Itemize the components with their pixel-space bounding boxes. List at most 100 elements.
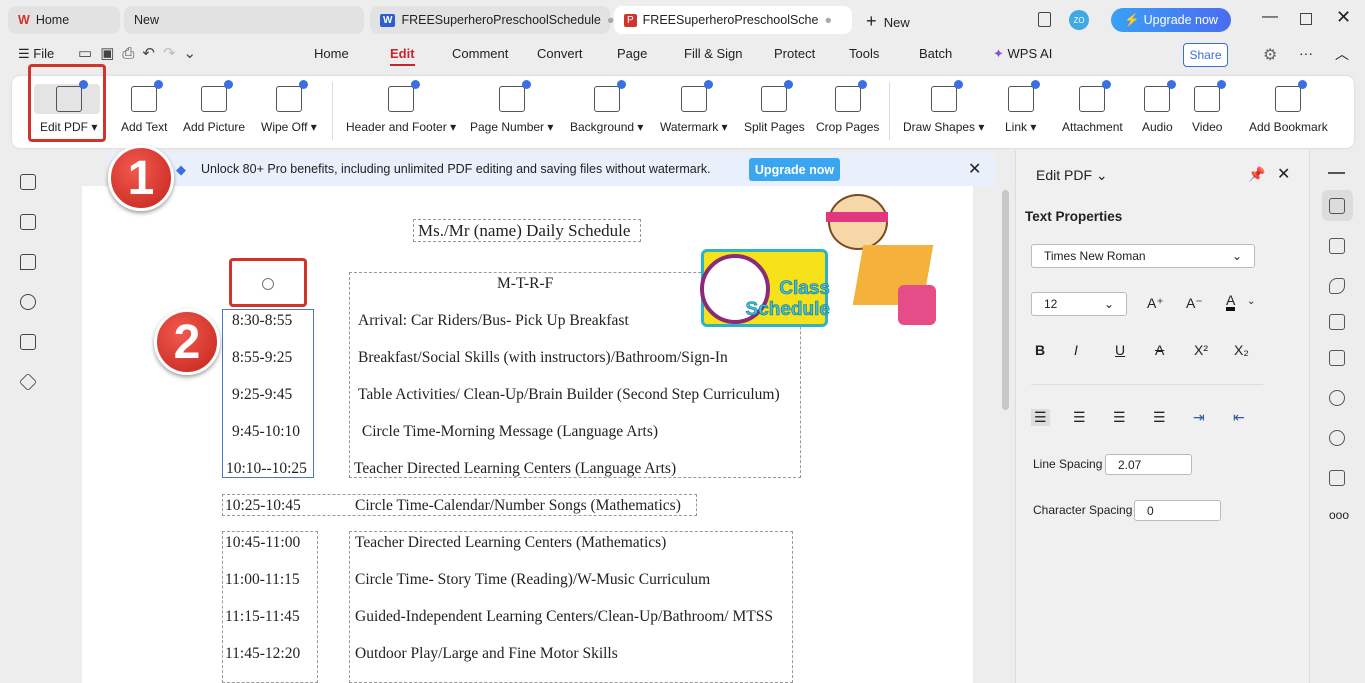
- subscript-button[interactable]: X₂: [1234, 342, 1249, 358]
- add-picture-button[interactable]: Add Picture: [183, 80, 245, 134]
- save-icon[interactable]: ▣: [100, 45, 122, 62]
- line-spacing-input[interactable]: 2.07: [1105, 454, 1192, 475]
- schedule-time[interactable]: 10:45-11:00: [225, 534, 300, 552]
- book-icon[interactable]: [1329, 470, 1345, 486]
- quick-access-toolbar[interactable]: ▭▣⎙↶↷⌄: [78, 44, 204, 62]
- wipe-off-button[interactable]: Wipe Off ▾: [261, 80, 317, 134]
- print-icon[interactable]: ⎙: [122, 45, 142, 62]
- close-banner-icon[interactable]: ✕: [968, 159, 981, 179]
- schedule-time[interactable]: 9:45-10:10: [232, 423, 300, 441]
- align-left-icon[interactable]: ☰: [1031, 409, 1050, 426]
- vertical-scrollbar[interactable]: [1002, 190, 1009, 410]
- redo-icon[interactable]: ↷: [163, 45, 184, 62]
- schedule-time[interactable]: 11:15-11:45: [225, 608, 300, 626]
- italic-button[interactable]: I: [1074, 342, 1078, 358]
- crop-pages-button[interactable]: Crop Pages: [816, 80, 879, 134]
- schedule-time[interactable]: 10:25-10:45: [225, 497, 301, 515]
- share-button[interactable]: Share: [1183, 43, 1228, 67]
- compare-icon[interactable]: [1329, 314, 1345, 330]
- indent-icon[interactable]: ⇥: [1193, 409, 1205, 426]
- maximize-button[interactable]: [1300, 13, 1312, 25]
- superscript-button[interactable]: X²: [1194, 342, 1208, 358]
- tab-home[interactable]: W Home: [8, 6, 120, 34]
- font-size-select[interactable]: 12 ⌄: [1031, 292, 1127, 316]
- add-text-button[interactable]: Add Text: [121, 80, 167, 134]
- tab-pdf-doc[interactable]: P FREESuperheroPreschoolSche ●: [614, 6, 852, 34]
- settings-gear-icon[interactable]: ⚙: [1263, 45, 1277, 65]
- chevron-down-icon[interactable]: ⌄: [184, 45, 205, 62]
- undo-icon[interactable]: ↶: [142, 45, 163, 62]
- font-family-select[interactable]: Times New Roman ⌄: [1031, 244, 1255, 268]
- schedule-activity[interactable]: Circle Time- Story Time (Reading)/W-Musi…: [355, 571, 710, 589]
- bold-button[interactable]: B: [1035, 342, 1045, 358]
- collapse-ribbon-icon[interactable]: ︿: [1335, 44, 1349, 64]
- schedule-activity[interactable]: Circle Time-Calendar/Number Songs (Mathe…: [355, 497, 681, 515]
- new-tab-button[interactable]: + New: [866, 11, 910, 32]
- menu-wps-ai[interactable]: ✦ WPS AI: [993, 46, 1052, 62]
- schedule-time[interactable]: 8:55-9:25: [232, 349, 292, 367]
- schedule-activity[interactable]: Teacher Directed Learning Centers (Langu…: [354, 460, 676, 478]
- attachment-icon[interactable]: [20, 294, 36, 310]
- days-label[interactable]: M-T-R-F: [497, 275, 553, 293]
- menu-edit[interactable]: Edit: [390, 46, 415, 66]
- outdent-icon[interactable]: ⇤: [1233, 409, 1245, 426]
- schedule-time[interactable]: 11:00-11:15: [225, 571, 300, 589]
- draw-shapes-button[interactable]: Draw Shapes ▾: [903, 80, 984, 134]
- background-button[interactable]: Background ▾: [570, 80, 643, 134]
- menu-fill-sign[interactable]: Fill & Sign: [684, 46, 743, 61]
- schedule-time[interactable]: 11:45-12:20: [225, 645, 300, 663]
- menu-page[interactable]: Page: [617, 46, 647, 61]
- header-footer-button[interactable]: Header and Footer ▾: [346, 80, 456, 134]
- document-export-icon[interactable]: [1329, 238, 1345, 254]
- decrease-font-button[interactable]: A⁻: [1186, 295, 1203, 312]
- schedule-activity[interactable]: Arrival: Car Riders/Bus- Pick Up Breakfa…: [358, 312, 629, 330]
- avatar[interactable]: ZO: [1069, 10, 1089, 30]
- schedule-time[interactable]: 8:30-8:55: [232, 312, 292, 330]
- banner-upgrade-button[interactable]: Upgrade now: [749, 158, 840, 181]
- watermark-button[interactable]: Watermark ▾: [660, 80, 728, 134]
- close-panel-icon[interactable]: ✕: [1277, 164, 1290, 184]
- signature-icon[interactable]: [20, 334, 36, 350]
- attachment-button[interactable]: Attachment: [1062, 80, 1123, 134]
- schedule-activity[interactable]: Table Activities/ Clean-Up/Brain Builder…: [358, 386, 780, 404]
- character-spacing-input[interactable]: 0: [1134, 500, 1221, 521]
- schedule-activity[interactable]: Teacher Directed Learning Centers (Mathe…: [355, 534, 666, 552]
- window-layout-icon[interactable]: [1038, 12, 1051, 27]
- tab-new[interactable]: New: [124, 6, 364, 34]
- layers-icon[interactable]: [18, 372, 38, 392]
- underline-button[interactable]: U: [1115, 342, 1125, 358]
- schedule-activity[interactable]: Breakfast/Social Skills (with instructor…: [358, 349, 728, 367]
- minimize-panel-icon[interactable]: [1328, 172, 1345, 174]
- more-icon[interactable]: ···: [1299, 45, 1313, 61]
- schedule-time[interactable]: 9:25-9:45: [232, 386, 292, 404]
- split-pages-button[interactable]: Split Pages: [744, 80, 805, 134]
- menu-home[interactable]: Home: [314, 46, 349, 61]
- justify-icon[interactable]: ☰: [1153, 409, 1166, 426]
- comment-icon[interactable]: [20, 254, 36, 270]
- help-icon[interactable]: [1329, 430, 1345, 446]
- schedule-activity[interactable]: Guided-Independent Learning Centers/Clea…: [355, 608, 773, 626]
- schedule-time[interactable]: 10:10--10:25: [226, 460, 307, 478]
- bookmark-icon[interactable]: [20, 174, 36, 190]
- pin-icon[interactable]: 📌: [1248, 166, 1265, 183]
- video-button[interactable]: Video: [1192, 80, 1227, 134]
- strikethrough-button[interactable]: A: [1155, 342, 1164, 358]
- increase-font-button[interactable]: A⁺: [1147, 295, 1164, 312]
- file-menu[interactable]: ☰ File: [18, 46, 54, 62]
- font-color-button[interactable]: A: [1226, 293, 1236, 311]
- thumbnail-icon[interactable]: [20, 214, 36, 230]
- tab-word-doc[interactable]: W FREESuperheroPreschoolSchedule ●: [370, 6, 614, 34]
- document-title[interactable]: Ms./Mr (name) Daily Schedule: [418, 221, 630, 241]
- close-window-button[interactable]: ✕: [1336, 7, 1351, 28]
- more-options-icon[interactable]: ooo: [1329, 508, 1349, 522]
- edit-icon[interactable]: [1329, 198, 1345, 214]
- menu-protect[interactable]: Protect: [774, 46, 815, 61]
- minimize-button[interactable]: —: [1262, 8, 1278, 26]
- menu-batch[interactable]: Batch: [919, 46, 952, 61]
- panel-title[interactable]: Edit PDF ⌄: [1036, 167, 1108, 184]
- pen-sign-icon[interactable]: [1329, 278, 1345, 294]
- audio-button[interactable]: Audio: [1142, 80, 1177, 134]
- schedule-activity[interactable]: Circle Time-Morning Message (Language Ar…: [358, 423, 658, 441]
- page-number-button[interactable]: Page Number ▾: [470, 80, 553, 134]
- align-right-icon[interactable]: ☰: [1113, 409, 1126, 426]
